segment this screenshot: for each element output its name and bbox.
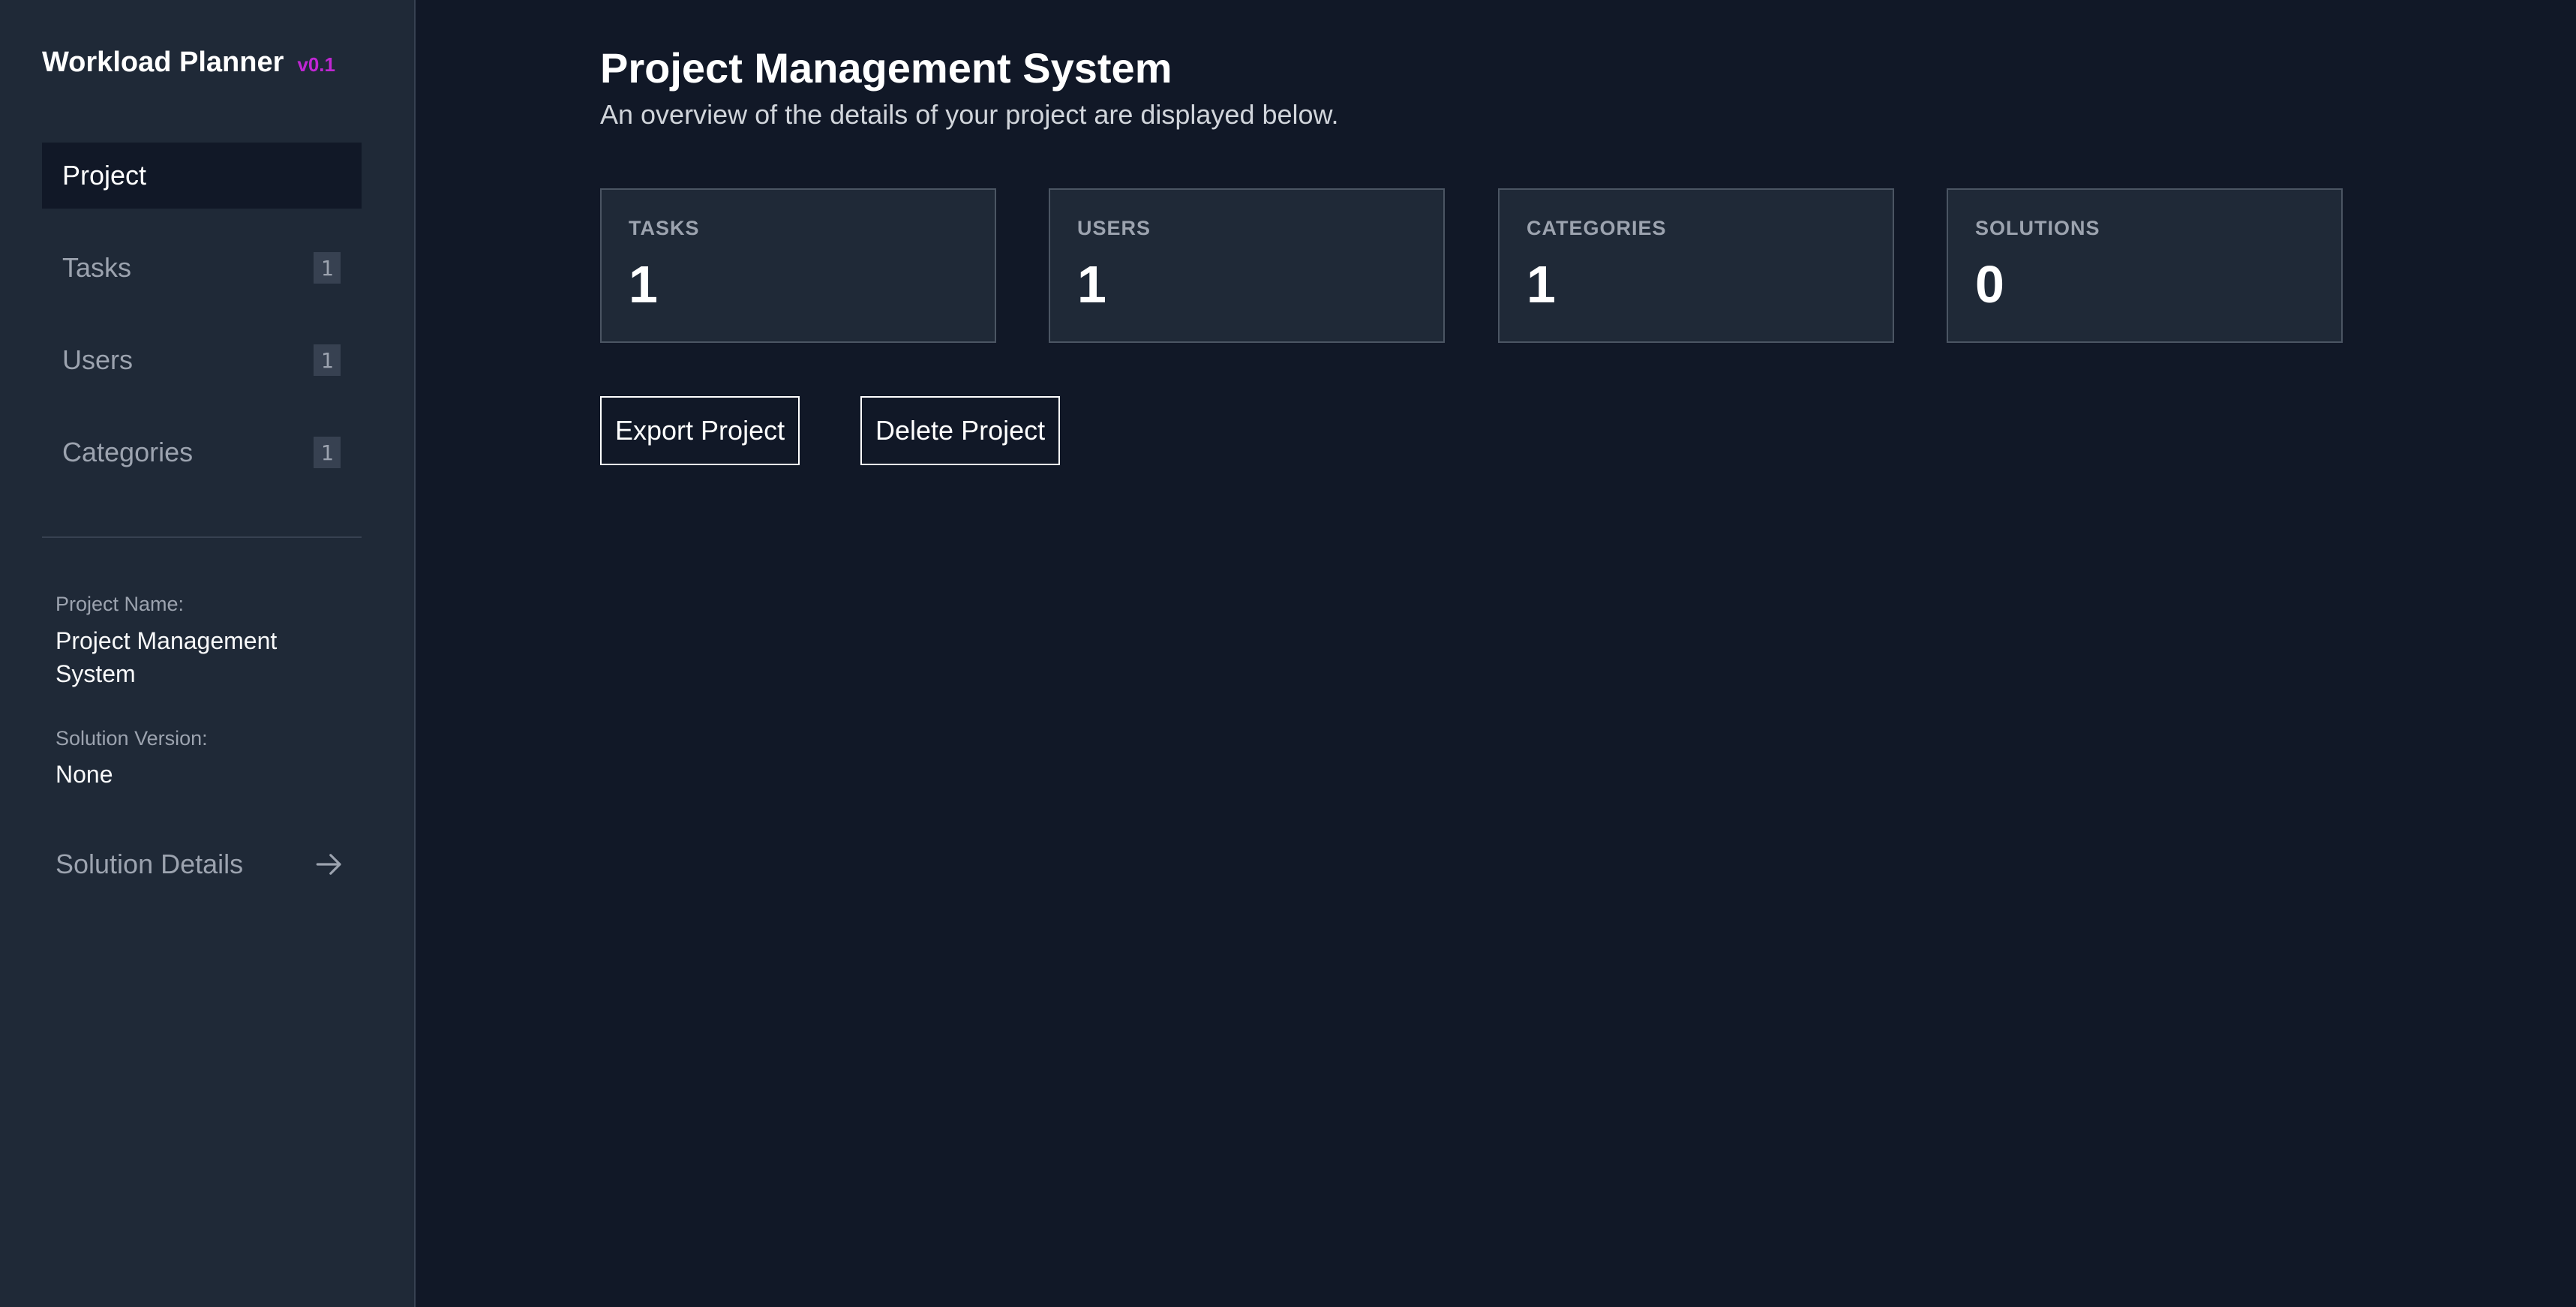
app-window: Workload Planner v0.1 Project Tasks 1 Us…	[0, 0, 2576, 1307]
sidebar-item-categories[interactable]: Categories 1	[42, 419, 362, 485]
solution-details-link[interactable]: Solution Details	[56, 844, 345, 885]
count-badge: 1	[314, 344, 341, 376]
solution-details-label: Solution Details	[56, 849, 244, 879]
project-name-label: Project Name:	[56, 593, 185, 615]
stat-label: CATEGORIES	[1527, 217, 1667, 239]
solution-version-label: Solution Version:	[56, 727, 208, 750]
version-badge: v0.1	[297, 53, 335, 76]
sidebar-item-users[interactable]: Users 1	[42, 327, 362, 393]
arrow-right-icon	[314, 849, 345, 880]
page-title: Project Management System	[600, 44, 1172, 92]
sidebar-item-project[interactable]: Project	[42, 143, 362, 209]
sidebar-item-label: Categories	[62, 437, 194, 467]
stat-card-tasks: TASKS 1	[600, 188, 996, 343]
sidebar-item-label: Project	[62, 160, 147, 191]
project-name-value: Project Management System	[56, 627, 278, 687]
stat-value: 1	[1527, 255, 1556, 314]
delete-project-button[interactable]: Delete Project	[860, 396, 1061, 465]
stat-card-users: USERS 1	[1049, 188, 1445, 343]
stat-value: 1	[1077, 255, 1106, 314]
sidebar-item-tasks[interactable]: Tasks 1	[42, 235, 362, 301]
sidebar-item-label: Tasks	[62, 252, 132, 283]
stat-value: 1	[629, 255, 658, 314]
brand: Workload Planner v0.1	[42, 47, 335, 79]
solution-version-value: None	[56, 761, 113, 788]
export-project-button[interactable]: Export Project	[600, 396, 800, 465]
sidebar-divider	[42, 536, 362, 538]
sidebar: Workload Planner v0.1 Project Tasks 1 Us…	[0, 0, 416, 1307]
stat-label: USERS	[1077, 217, 1151, 239]
stat-label: TASKS	[629, 217, 700, 239]
stat-label: SOLUTIONS	[1975, 217, 2100, 239]
app-title: Workload Planner	[42, 47, 284, 78]
count-badge: 1	[314, 437, 341, 468]
stat-card-categories: CATEGORIES 1	[1498, 188, 1894, 343]
stat-card-solutions: SOLUTIONS 0	[1947, 188, 2343, 343]
sidebar-item-label: Users	[62, 344, 134, 375]
count-badge: 1	[314, 252, 341, 284]
stat-value: 0	[1975, 255, 2004, 314]
page-subtitle: An overview of the details of your proje…	[600, 99, 1339, 130]
